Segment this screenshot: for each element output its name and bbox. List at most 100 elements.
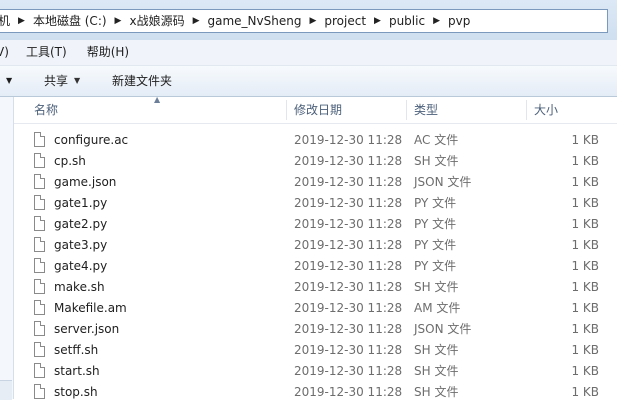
file-row[interactable]: make.sh 2019-12-30 11:28 SH 文件 1 KB — [14, 277, 617, 298]
file-modified: 2019-12-30 11:28 — [294, 217, 403, 231]
share-button[interactable]: 共享 ▼ — [44, 66, 80, 96]
file-name: server.json — [54, 322, 120, 336]
file-type: AC 文件 — [414, 133, 459, 147]
chevron-down-icon: ▼ — [74, 76, 81, 85]
breadcrumb-separator-icon[interactable]: ▶ — [189, 10, 206, 32]
navigation-pane[interactable] — [0, 97, 14, 399]
breadcrumb-game-nvsheng[interactable]: game_NvSheng — [206, 10, 306, 32]
breadcrumb-separator-icon[interactable]: ▶ — [429, 10, 446, 32]
file-name: gate1.py — [54, 196, 108, 210]
file-name: game.json — [54, 175, 117, 189]
file-type: SH 文件 — [414, 280, 459, 294]
file-size: 1 KB — [571, 217, 599, 231]
breadcrumb-project[interactable]: project — [322, 10, 370, 32]
file-modified: 2019-12-30 11:28 — [294, 133, 403, 147]
breadcrumb-separator-icon[interactable]: ▶ — [111, 10, 128, 32]
file-icon — [34, 174, 45, 189]
address-bar[interactable]: 机 ▶ 本地磁盘 (C:) ▶ x战娘源码 ▶ game_NvSheng ▶ p… — [0, 9, 608, 33]
file-modified: 2019-12-30 11:28 — [294, 280, 403, 294]
file-icon — [34, 132, 45, 147]
file-type: PY 文件 — [414, 259, 457, 273]
file-row[interactable]: gate2.py 2019-12-30 11:28 PY 文件 1 KB — [14, 214, 617, 235]
file-row[interactable]: gate4.py 2019-12-30 11:28 PY 文件 1 KB — [14, 256, 617, 277]
file-modified: 2019-12-30 11:28 — [294, 322, 403, 336]
sort-ascending-icon: ▲ — [154, 95, 161, 104]
file-modified: 2019-12-30 11:28 — [294, 301, 403, 315]
file-row[interactable]: gate1.py 2019-12-30 11:28 PY 文件 1 KB — [14, 193, 617, 214]
menu-tools[interactable]: 工具(T) — [16, 40, 77, 65]
file-row[interactable]: stop.sh 2019-12-30 11:28 SH 文件 1 KB — [14, 382, 617, 403]
file-type: JSON 文件 — [414, 322, 472, 336]
file-row[interactable]: gate3.py 2019-12-30 11:28 PY 文件 1 KB — [14, 235, 617, 256]
file-size: 1 KB — [571, 196, 599, 210]
file-size: 1 KB — [571, 322, 599, 336]
file-row[interactable]: setff.sh 2019-12-30 11:28 SH 文件 1 KB — [14, 340, 617, 361]
breadcrumb-local-disk[interactable]: 本地磁盘 (C:) — [31, 10, 111, 32]
column-header-modified[interactable]: 修改日期 — [294, 97, 342, 123]
file-type: SH 文件 — [414, 364, 459, 378]
file-size: 1 KB — [571, 238, 599, 252]
file-size: 1 KB — [571, 259, 599, 273]
share-button-label: 共享 — [44, 74, 69, 88]
breadcrumb-source-folder[interactable]: x战娘源码 — [127, 10, 188, 32]
file-name: Makefile.am — [54, 301, 127, 315]
file-type: SH 文件 — [414, 343, 459, 357]
column-divider[interactable] — [406, 100, 407, 120]
file-row[interactable]: start.sh 2019-12-30 11:28 SH 文件 1 KB — [14, 361, 617, 382]
file-type: SH 文件 — [414, 385, 459, 399]
column-divider[interactable] — [286, 100, 287, 120]
column-divider[interactable] — [526, 100, 527, 120]
file-name: gate4.py — [54, 259, 108, 273]
column-header-row: ▲ 名称 修改日期 类型 大小 — [14, 95, 617, 124]
menu-help[interactable]: 帮助(H) — [77, 40, 139, 65]
file-icon — [34, 384, 45, 399]
file-name: setff.sh — [54, 343, 99, 357]
file-type: AM 文件 — [414, 301, 461, 315]
menu-view[interactable]: V) — [0, 40, 16, 65]
file-type: JSON 文件 — [414, 175, 472, 189]
file-size: 1 KB — [571, 301, 599, 315]
file-row[interactable]: game.json 2019-12-30 11:28 JSON 文件 1 KB — [14, 172, 617, 193]
command-toolbar: ▼ 共享 ▼ 新建文件夹 — [0, 66, 617, 97]
breadcrumb-pvp[interactable]: pvp — [446, 10, 474, 32]
file-size: 1 KB — [571, 343, 599, 357]
file-name: gate2.py — [54, 217, 108, 231]
menu-bar: V) 工具(T) 帮助(H) — [0, 40, 617, 66]
file-modified: 2019-12-30 11:28 — [294, 364, 403, 378]
file-row[interactable]: server.json 2019-12-30 11:28 JSON 文件 1 K… — [14, 319, 617, 340]
file-icon — [34, 321, 45, 336]
chevron-down-icon[interactable]: ▼ — [6, 66, 12, 96]
file-icon — [34, 258, 45, 273]
file-type: SH 文件 — [414, 154, 459, 168]
file-list: configure.ac 2019-12-30 11:28 AC 文件 1 KB… — [14, 130, 617, 403]
new-folder-button[interactable]: 新建文件夹 — [112, 66, 172, 96]
file-size: 1 KB — [571, 385, 599, 399]
column-header-type[interactable]: 类型 — [414, 97, 438, 123]
breadcrumb-separator-icon[interactable]: ▶ — [305, 10, 322, 32]
file-name: configure.ac — [54, 133, 129, 147]
column-header-size[interactable]: 大小 — [534, 97, 558, 123]
file-name: cp.sh — [54, 154, 86, 168]
file-modified: 2019-12-30 11:28 — [294, 175, 403, 189]
file-icon — [34, 342, 45, 357]
file-size: 1 KB — [571, 175, 599, 189]
file-row[interactable]: cp.sh 2019-12-30 11:28 SH 文件 1 KB — [14, 151, 617, 172]
file-size: 1 KB — [571, 154, 599, 168]
file-icon — [34, 153, 45, 168]
breadcrumb-separator-icon[interactable]: ▶ — [14, 10, 31, 32]
navigation-scrollbar[interactable] — [0, 380, 12, 400]
file-row[interactable]: configure.ac 2019-12-30 11:28 AC 文件 1 KB — [14, 130, 617, 151]
file-size: 1 KB — [571, 364, 599, 378]
file-modified: 2019-12-30 11:28 — [294, 259, 403, 273]
file-modified: 2019-12-30 11:28 — [294, 196, 403, 210]
file-modified: 2019-12-30 11:28 — [294, 343, 403, 357]
file-icon — [34, 216, 45, 231]
breadcrumb-separator-icon[interactable]: ▶ — [370, 10, 387, 32]
address-bar-area: 机 ▶ 本地磁盘 (C:) ▶ x战娘源码 ▶ game_NvSheng ▶ p… — [0, 0, 617, 40]
breadcrumb-computer[interactable]: 机 — [0, 10, 14, 32]
file-icon — [34, 237, 45, 252]
file-row[interactable]: Makefile.am 2019-12-30 11:28 AM 文件 1 KB — [14, 298, 617, 319]
breadcrumb-public[interactable]: public — [387, 10, 429, 32]
column-header-name[interactable]: 名称 — [34, 97, 58, 123]
file-type: PY 文件 — [414, 238, 457, 252]
